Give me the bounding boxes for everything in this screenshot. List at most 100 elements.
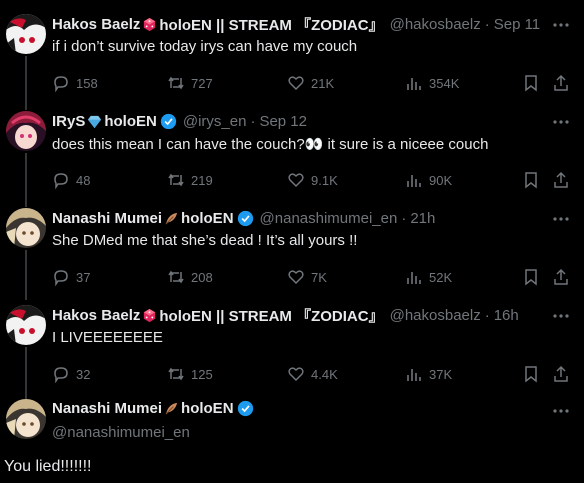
- display-name-suffix[interactable]: holoEN: [181, 210, 234, 227]
- view-count: 90K: [429, 172, 453, 188]
- user-handle[interactable]: @nanashimumei_en: [260, 210, 398, 227]
- tweet-text: if i don’t survive today irys can have m…: [52, 38, 358, 55]
- timestamp[interactable]: Sep 11: [494, 16, 540, 33]
- share-icon: [554, 365, 568, 382]
- user-handle[interactable]: @hakosbaelz: [390, 307, 481, 324]
- like-button[interactable]: 4.4K: [287, 365, 338, 383]
- share-button[interactable]: [552, 268, 576, 286]
- like-count: 9.1K: [311, 172, 338, 188]
- like-button[interactable]: 7K: [287, 268, 327, 286]
- tweet[interactable]: IRyS holoEN @irys_en · Sep 12 does this …: [0, 111, 584, 191]
- bookmark-button[interactable]: [522, 171, 546, 189]
- dice-icon: [142, 17, 157, 32]
- reply-icon: [54, 270, 68, 286]
- reply-button[interactable]: 48: [52, 171, 90, 189]
- share-icon: [554, 268, 568, 285]
- avatar-nanashi-mumei[interactable]: [6, 399, 46, 439]
- reply-count: 37: [76, 269, 91, 285]
- repost-button[interactable]: 208: [167, 268, 213, 286]
- reply-count: 32: [76, 366, 91, 382]
- repost-button[interactable]: 727: [167, 74, 213, 92]
- separator-dot: ·: [401, 209, 407, 227]
- views-button[interactable]: 90K: [405, 171, 452, 189]
- repost-icon: [168, 367, 184, 381]
- display-name[interactable]: Hakos Baelz: [52, 307, 140, 324]
- tweet-actions: 158 727 21K 354K: [52, 74, 572, 96]
- user-handle[interactable]: @irys_en: [183, 113, 247, 130]
- reply-icon: [54, 173, 68, 189]
- more-options-icon[interactable]: [552, 113, 570, 131]
- views-icon: [407, 369, 421, 381]
- repost-icon: [168, 76, 184, 90]
- share-button[interactable]: [552, 365, 576, 383]
- more-options-icon[interactable]: [552, 307, 570, 325]
- verified-badge-icon: [237, 210, 253, 226]
- dice-icon: [142, 308, 157, 323]
- heart-icon: [288, 270, 304, 285]
- like-button[interactable]: 21K: [287, 74, 334, 92]
- verified-badge-icon: [237, 400, 253, 417]
- avatar-nanashi-mumei[interactable]: [6, 208, 46, 248]
- display-name[interactable]: Hakos Baelz: [52, 16, 140, 33]
- timestamp[interactable]: 21h: [410, 210, 435, 227]
- views-button[interactable]: 354K: [405, 74, 459, 92]
- user-handle[interactable]: @hakosbaelz: [390, 16, 481, 33]
- tweet[interactable]: Nanashi Mumei holoEN @nanashimumei_en · …: [0, 208, 584, 288]
- display-name-row: Nanashi Mumei holoEN: [52, 400, 254, 417]
- view-count: 354K: [429, 75, 460, 91]
- display-name-suffix[interactable]: holoEN || STREAM 『ZODIAC』: [159, 305, 383, 326]
- more-options-icon[interactable]: [552, 210, 570, 228]
- share-button[interactable]: [552, 74, 576, 92]
- avatar-hakos-baelz[interactable]: [6, 305, 46, 345]
- like-count: 21K: [311, 75, 335, 91]
- heart-icon: [288, 367, 304, 382]
- avatar-irys[interactable]: [6, 111, 46, 151]
- display-name-suffix[interactable]: holoEN: [104, 113, 157, 130]
- user-handle[interactable]: @nanashimumei_en: [52, 424, 190, 441]
- display-name[interactable]: Nanashi Mumei: [52, 210, 162, 227]
- timestamp[interactable]: 16h: [494, 307, 519, 324]
- timestamp[interactable]: Sep 12: [259, 113, 307, 130]
- view-count: 52K: [429, 269, 453, 285]
- reply-button[interactable]: 158: [52, 74, 98, 92]
- display-name[interactable]: IRyS: [52, 113, 85, 130]
- share-icon: [554, 171, 568, 188]
- heart-icon: [288, 76, 304, 91]
- views-button[interactable]: 37K: [405, 365, 452, 383]
- separator-dot: ·: [484, 15, 490, 33]
- avatar-hakos-baelz[interactable]: [6, 14, 46, 54]
- tweet[interactable]: Hakos Baelz holoEN || STREAM 『ZODIAC』 @h…: [0, 14, 584, 94]
- display-name[interactable]: Nanashi Mumei: [52, 400, 162, 417]
- bookmark-button[interactable]: [522, 365, 546, 383]
- reply-icon: [54, 367, 68, 383]
- repost-icon: [168, 173, 184, 187]
- more-options-icon[interactable]: [552, 402, 570, 420]
- bookmark-button[interactable]: [522, 268, 546, 286]
- tweet-actions: 37 208 7K 52K: [52, 268, 572, 290]
- feather-icon: [164, 211, 179, 226]
- reply-button[interactable]: 37: [52, 268, 90, 286]
- repost-count: 125: [191, 366, 213, 382]
- reply-button[interactable]: 32: [52, 365, 90, 383]
- share-button[interactable]: [552, 171, 576, 189]
- display-name-suffix[interactable]: holoEN: [181, 400, 234, 417]
- repost-count: 219: [191, 172, 213, 188]
- reply-count: 158: [76, 75, 98, 91]
- like-button[interactable]: 9.1K: [287, 171, 338, 189]
- feather-icon: [164, 401, 179, 416]
- tweet-actions: 32 125 4.4K 37K: [52, 365, 572, 387]
- repost-button[interactable]: 219: [167, 171, 213, 189]
- views-icon: [407, 78, 421, 90]
- more-options-icon[interactable]: [552, 16, 570, 34]
- views-icon: [407, 175, 421, 187]
- tweet-header: Hakos Baelz holoEN || STREAM 『ZODIAC』 @h…: [52, 305, 519, 325]
- display-name-suffix[interactable]: holoEN || STREAM 『ZODIAC』: [159, 14, 383, 35]
- bookmark-button[interactable]: [522, 74, 546, 92]
- views-button[interactable]: 52K: [405, 268, 452, 286]
- bookmark-icon: [525, 172, 537, 189]
- views-icon: [407, 272, 421, 284]
- repost-button[interactable]: 125: [167, 365, 213, 383]
- tweet[interactable]: Hakos Baelz holoEN || STREAM 『ZODIAC』 @h…: [0, 305, 584, 385]
- gem-icon: [87, 114, 102, 129]
- repost-count: 208: [191, 269, 213, 285]
